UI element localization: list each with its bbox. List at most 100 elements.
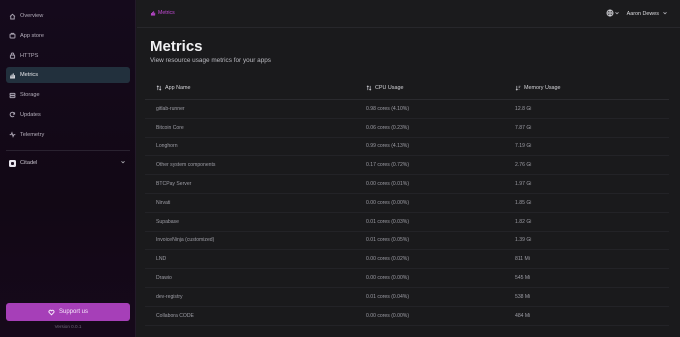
memory-usage-cell: 538 Mi [515, 293, 531, 300]
cpu-usage-cell: 0.01 cores (0.04%) [366, 293, 410, 300]
table-row[interactable]: Bitcoin Core 0.06 cores (0.23%) 7.87 Gi [145, 119, 669, 138]
breadcrumb-label: Metrics [158, 10, 175, 16]
table-row[interactable]: Supabase 0.01 cores (0.03%) 1.82 Gi [145, 213, 669, 232]
table-row[interactable]: Collabora CODE 0.00 cores (0.00%) 484 Mi [145, 307, 669, 326]
breadcrumb[interactable]: Metrics [150, 10, 175, 16]
memory-usage-cell: 545 Mi [515, 275, 531, 282]
top-right-controls: Aaron Dewes [606, 9, 668, 19]
app-name-cell: LND [156, 256, 167, 263]
sidebar-item-label: Telemetry [20, 131, 45, 138]
app-name-cell: Other system components [156, 162, 216, 169]
app-name-cell: Nirvati [156, 199, 171, 206]
app-name-cell: Supabase [156, 218, 179, 225]
sidebar-item-label: HTTPS [20, 52, 39, 59]
page-subtitle: View resource usage metrics for your app… [150, 57, 272, 64]
sidebar-item-updates[interactable]: Updates [6, 107, 130, 123]
cpu-usage-cell: 0.06 cores (0.23%) [366, 124, 410, 131]
sidebar-item-citadel[interactable]: Citadel [6, 157, 130, 169]
sidebar-item-app-store[interactable]: App store [6, 28, 130, 44]
memory-usage-cell: 1.85 Gi [515, 199, 532, 206]
globe-icon[interactable] [606, 9, 614, 19]
citadel-logo-icon [9, 159, 16, 167]
sort-icon [366, 85, 372, 91]
cpu-usage-cell: 0.00 cores (0.00%) [366, 312, 410, 319]
table-row[interactable]: dev-registry 0.01 cores (0.04%) 538 Mi [145, 288, 669, 307]
app-name-cell: BTCPay Server [156, 181, 192, 188]
language-chevron-down-icon[interactable] [614, 10, 620, 18]
table-row[interactable]: Drawio 0.00 cores (0.00%) 545 Mi [145, 269, 669, 288]
cpu-usage-cell: 0.17 cores (0.72%) [366, 162, 410, 169]
memory-usage-cell: 1.97 Gi [515, 181, 532, 188]
memory-usage-cell: 12.8 Gi [515, 105, 532, 112]
activity-icon [9, 131, 16, 139]
lock-icon [9, 52, 16, 59]
memory-usage-cell: 7.19 Gi [515, 143, 532, 150]
cpu-usage-cell: 0.00 cores (0.02%) [366, 256, 410, 263]
column-header-label: App Name [165, 85, 191, 91]
app-name-cell: Longhorn [156, 143, 178, 150]
memory-usage-cell: 1.82 Gi [515, 218, 532, 225]
sidebar-item-storage[interactable]: Storage [6, 87, 130, 103]
sidebar-item-telemetry[interactable]: Telemetry [6, 127, 130, 143]
table-row[interactable]: gitlab-runner 0.98 cores (4.10%) 12.8 Gi [145, 100, 669, 119]
cpu-usage-cell: 0.00 cores (0.01%) [366, 181, 410, 188]
page-title: Metrics [150, 38, 203, 55]
sidebar-item-metrics[interactable]: Metrics [6, 67, 130, 84]
memory-usage-cell: 484 Mi [515, 312, 531, 319]
refresh-icon [9, 112, 16, 118]
column-header-label: Memory Usage [524, 85, 561, 91]
app-name-cell: InvoiceNinja (customized) [156, 237, 215, 244]
store-icon [9, 33, 16, 39]
sort-app-name-header[interactable]: App Name [145, 85, 354, 91]
main-content: Metrics View resource usage metrics for … [137, 29, 680, 337]
home-icon [9, 13, 16, 19]
sidebar-item-label: Citadel [20, 160, 38, 166]
top-bar: Metrics Aaron Dewes [137, 0, 680, 28]
table-row[interactable]: InvoiceNinja (customized) 0.01 cores (0.0… [145, 232, 669, 251]
sidebar-item-label: App store [20, 32, 44, 39]
sidebar-item-label: Updates [20, 111, 41, 118]
heart-icon [48, 309, 55, 316]
storage-icon [9, 92, 16, 98]
memory-usage-cell: 1.39 Gi [515, 237, 532, 244]
table-row[interactable]: Nirvati 0.00 cores (0.00%) 1.85 Gi [145, 194, 669, 213]
sidebar-item-label: Overview [20, 13, 44, 19]
bar-chart-icon [150, 11, 156, 16]
cpu-usage-cell: 0.01 cores (0.03%) [366, 218, 410, 225]
memory-usage-cell: 7.87 Gi [515, 124, 532, 131]
column-header-label: CPU Usage [375, 85, 404, 91]
cpu-usage-cell: 0.01 cores (0.05%) [366, 237, 410, 244]
bar-chart-icon [10, 73, 16, 79]
table-row[interactable]: BTCPay Server 0.00 cores (0.01%) 1.97 Gi [145, 175, 669, 194]
cpu-usage-cell: 0.98 cores (4.10%) [366, 105, 410, 112]
chevron-down-icon[interactable] [120, 159, 126, 167]
table-row[interactable]: Other system components 0.17 cores (0.72%… [145, 156, 669, 176]
sidebar-item-overview[interactable]: Overview [6, 8, 130, 24]
sort-icon [156, 85, 162, 91]
cpu-usage-cell: 0.99 cores (4.13%) [366, 143, 410, 150]
sidebar-item-label: Storage [20, 92, 40, 99]
cpu-usage-cell: 0.00 cores (0.00%) [366, 275, 410, 282]
sidebar-item-label: Metrics [20, 72, 39, 79]
sort-memory-usage-header[interactable]: Memory Usage [504, 85, 669, 91]
version-label: Version 0.0.1 [54, 324, 82, 329]
app-name-cell: Collabora CODE [156, 312, 194, 319]
support-us-button[interactable]: Support us [6, 303, 130, 321]
metrics-table: App Name CPU Usage Memory Usage gitlab-r… [145, 77, 669, 326]
memory-usage-cell: 811 Mi [515, 256, 530, 263]
sort-cpu-usage-header[interactable]: CPU Usage [354, 85, 504, 91]
app-name-cell: Bitcoin Core [156, 124, 184, 131]
table-body: gitlab-runner 0.98 cores (4.10%) 12.8 Gi Bi… [145, 100, 669, 326]
sort-descending-icon [515, 85, 521, 91]
cpu-usage-cell: 0.00 cores (0.00%) [366, 199, 410, 206]
user-name[interactable]: Aaron Dewes [627, 11, 659, 17]
sidebar-nav: Overview App store HTTPS Metrics Storage… [6, 8, 130, 147]
app-name-cell: dev-registry [156, 293, 183, 300]
app-name-cell: gitlab-runner [156, 105, 185, 112]
sidebar-item-https[interactable]: HTTPS [6, 48, 130, 64]
table-row[interactable]: LND 0.00 cores (0.02%) 811 Mi [145, 250, 669, 270]
table-row[interactable]: Longhorn 0.99 cores (4.13%) 7.19 Gi [145, 138, 669, 157]
support-us-label: Support us [58, 309, 89, 315]
memory-usage-cell: 2.76 Gi [515, 162, 532, 169]
user-menu-chevron-down-icon[interactable] [662, 10, 668, 18]
